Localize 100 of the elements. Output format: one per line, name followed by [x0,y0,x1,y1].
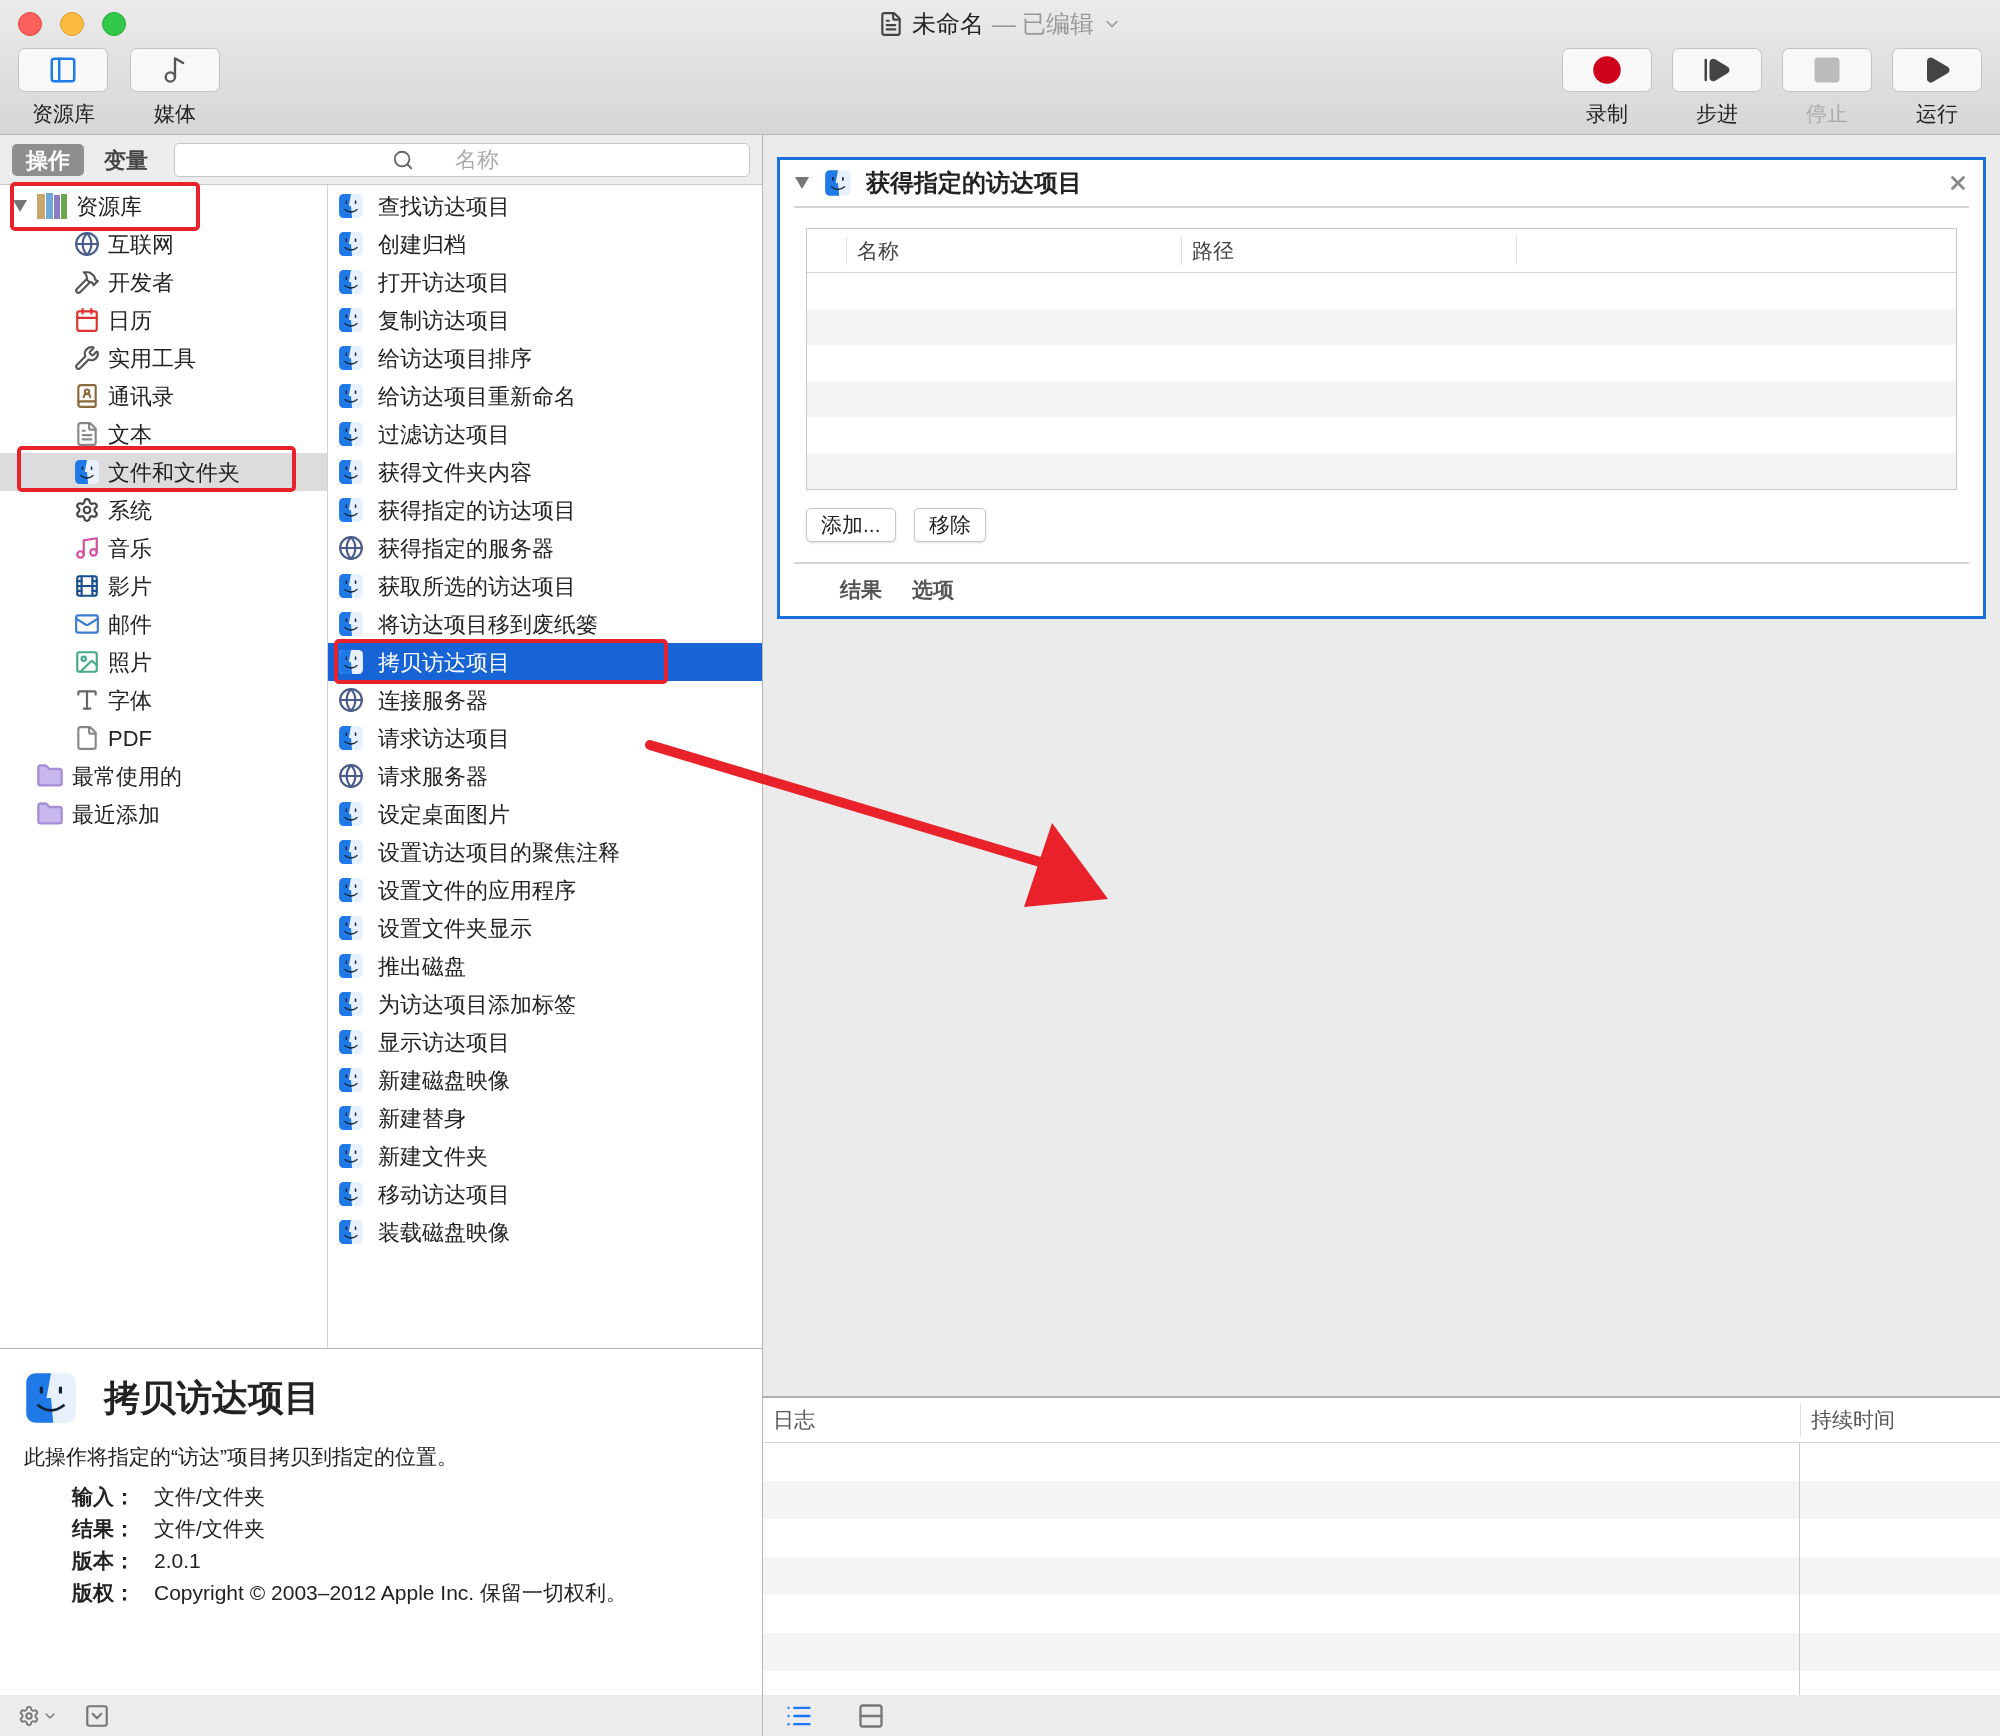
action-item[interactable]: 设定桌面图片 [328,795,762,833]
table-button[interactable]: 移除 [913,508,986,542]
library-item-label: 最常使用的 [72,762,182,791]
action-item[interactable]: 给访达项目重新命名 [328,377,762,415]
library-item[interactable]: 实用工具 [0,339,327,377]
finder-icon [338,573,364,599]
toolbar-button[interactable] [130,48,220,92]
library-tab[interactable]: 变量 [90,143,162,176]
action-item[interactable]: 将访达项目移到废纸篓 [328,605,762,643]
toolbar-button[interactable] [18,48,108,92]
field-value: 2.0.1 [154,1547,201,1574]
toggle-description-icon[interactable] [84,1702,110,1729]
action-item[interactable]: 获得文件夹内容 [328,453,762,491]
gear-icon [74,497,100,523]
action-label: 连接服务器 [378,686,488,715]
library-item[interactable]: 照片 [0,643,327,681]
library-item[interactable]: 系统 [0,491,327,529]
library-item[interactable]: 影片 [0,567,327,605]
library-item[interactable]: PDF [0,719,327,757]
finder-icon [338,1067,364,1093]
field-value: 文件/文件夹 [154,1515,265,1542]
card-tab[interactable]: 结果 [840,574,882,610]
action-item[interactable]: 移动访达项目 [328,1175,762,1213]
finder-icon [338,1143,364,1169]
column-header[interactable]: 名称 [847,236,1182,265]
action-item[interactable]: 设置文件的应用程序 [328,871,762,909]
action-item[interactable]: 复制访达项目 [328,301,762,339]
table-button[interactable]: 添加... [806,508,896,542]
library-item[interactable]: 字体 [0,681,327,719]
library-item-label: 实用工具 [108,344,196,373]
action-label: 设置文件夹显示 [378,914,532,943]
finder-icon [338,231,364,257]
split-view-icon[interactable] [857,1701,885,1730]
finder-icon [338,1219,364,1245]
action-label: 请求访达项目 [378,724,510,753]
close-window-button[interactable] [18,12,42,36]
action-item[interactable]: 连接服务器 [328,681,762,719]
column-header[interactable]: 日志 [763,1404,1800,1436]
zoom-window-button[interactable] [102,12,126,36]
library-item[interactable]: 开发者 [0,263,327,301]
finder-icon [338,725,364,751]
action-item[interactable]: 获得指定的访达项目 [328,491,762,529]
library-item-label: 系统 [108,496,152,525]
action-item[interactable]: 过滤访达项目 [328,415,762,453]
library-item-label: 字体 [108,686,152,715]
action-label: 查找访达项目 [378,192,510,221]
card-tab[interactable]: 选项 [912,574,954,610]
library-item[interactable]: 文件和文件夹 [0,453,327,491]
column-header[interactable]: 路径 [1182,236,1517,265]
toolbar-button[interactable] [1672,48,1762,92]
column-header[interactable]: 持续时间 [1800,1404,2000,1436]
toolbar-button[interactable] [1892,48,1982,92]
finder-icon [338,649,364,675]
library-item-label: 邮件 [108,610,152,639]
action-title: 获得指定的访达项目 [866,168,1083,198]
action-item[interactable]: 设置文件夹显示 [328,909,762,947]
action-item[interactable]: 新建磁盘映像 [328,1061,762,1099]
disclosure-triangle-icon[interactable] [12,199,28,213]
action-item[interactable]: 拷贝访达项目 [328,643,762,681]
action-label: 装载磁盘映像 [378,1218,510,1247]
library-item-label: 开发者 [108,268,174,297]
library-item[interactable]: 通讯录 [0,377,327,415]
action-item[interactable]: 为访达项目添加标签 [328,985,762,1023]
library-item-label: 文件和文件夹 [108,458,240,487]
library-item[interactable]: 邮件 [0,605,327,643]
action-label: 复制访达项目 [378,306,510,335]
film-icon [74,573,100,599]
action-item[interactable]: 请求服务器 [328,757,762,795]
finder-icon [338,991,364,1017]
action-label: 获得指定的服务器 [378,534,554,563]
action-item[interactable]: 新建文件夹 [328,1137,762,1175]
library-item[interactable]: 音乐 [0,529,327,567]
globe-icon [74,231,100,257]
library-item[interactable]: 互联网 [0,225,327,263]
action-item[interactable]: 设置访达项目的聚焦注释 [328,833,762,871]
action-item[interactable]: 推出磁盘 [328,947,762,985]
library-item[interactable]: 最常使用的 [0,757,327,795]
action-label: 给访达项目重新命名 [378,382,576,411]
action-item[interactable]: 新建替身 [328,1099,762,1137]
library-item[interactable]: 资源库 [0,187,327,225]
action-item[interactable]: 装载磁盘映像 [328,1213,762,1251]
library-item[interactable]: 文本 [0,415,327,453]
action-item[interactable]: 获取所选的访达项目 [328,567,762,605]
document-icon [74,725,100,751]
finder-icon [338,269,364,295]
finder-icon [338,497,364,523]
disclosure-triangle-icon[interactable] [794,176,810,190]
action-item[interactable]: 给访达项目排序 [328,339,762,377]
action-item[interactable]: 查找访达项目 [328,187,762,225]
action-item[interactable]: 获得指定的服务器 [328,529,762,567]
action-item[interactable]: 显示访达项目 [328,1023,762,1061]
search-field[interactable]: 名称 [174,142,750,177]
finder-icon [338,307,364,333]
toolbar-button[interactable] [1562,48,1652,92]
library-item[interactable]: 最近添加 [0,795,327,833]
action-label: 新建磁盘映像 [378,1066,510,1095]
action-item[interactable]: 创建归档 [328,225,762,263]
library-item[interactable]: 日历 [0,301,327,339]
action-item[interactable]: 请求访达项目 [328,719,762,757]
action-item[interactable]: 打开访达项目 [328,263,762,301]
